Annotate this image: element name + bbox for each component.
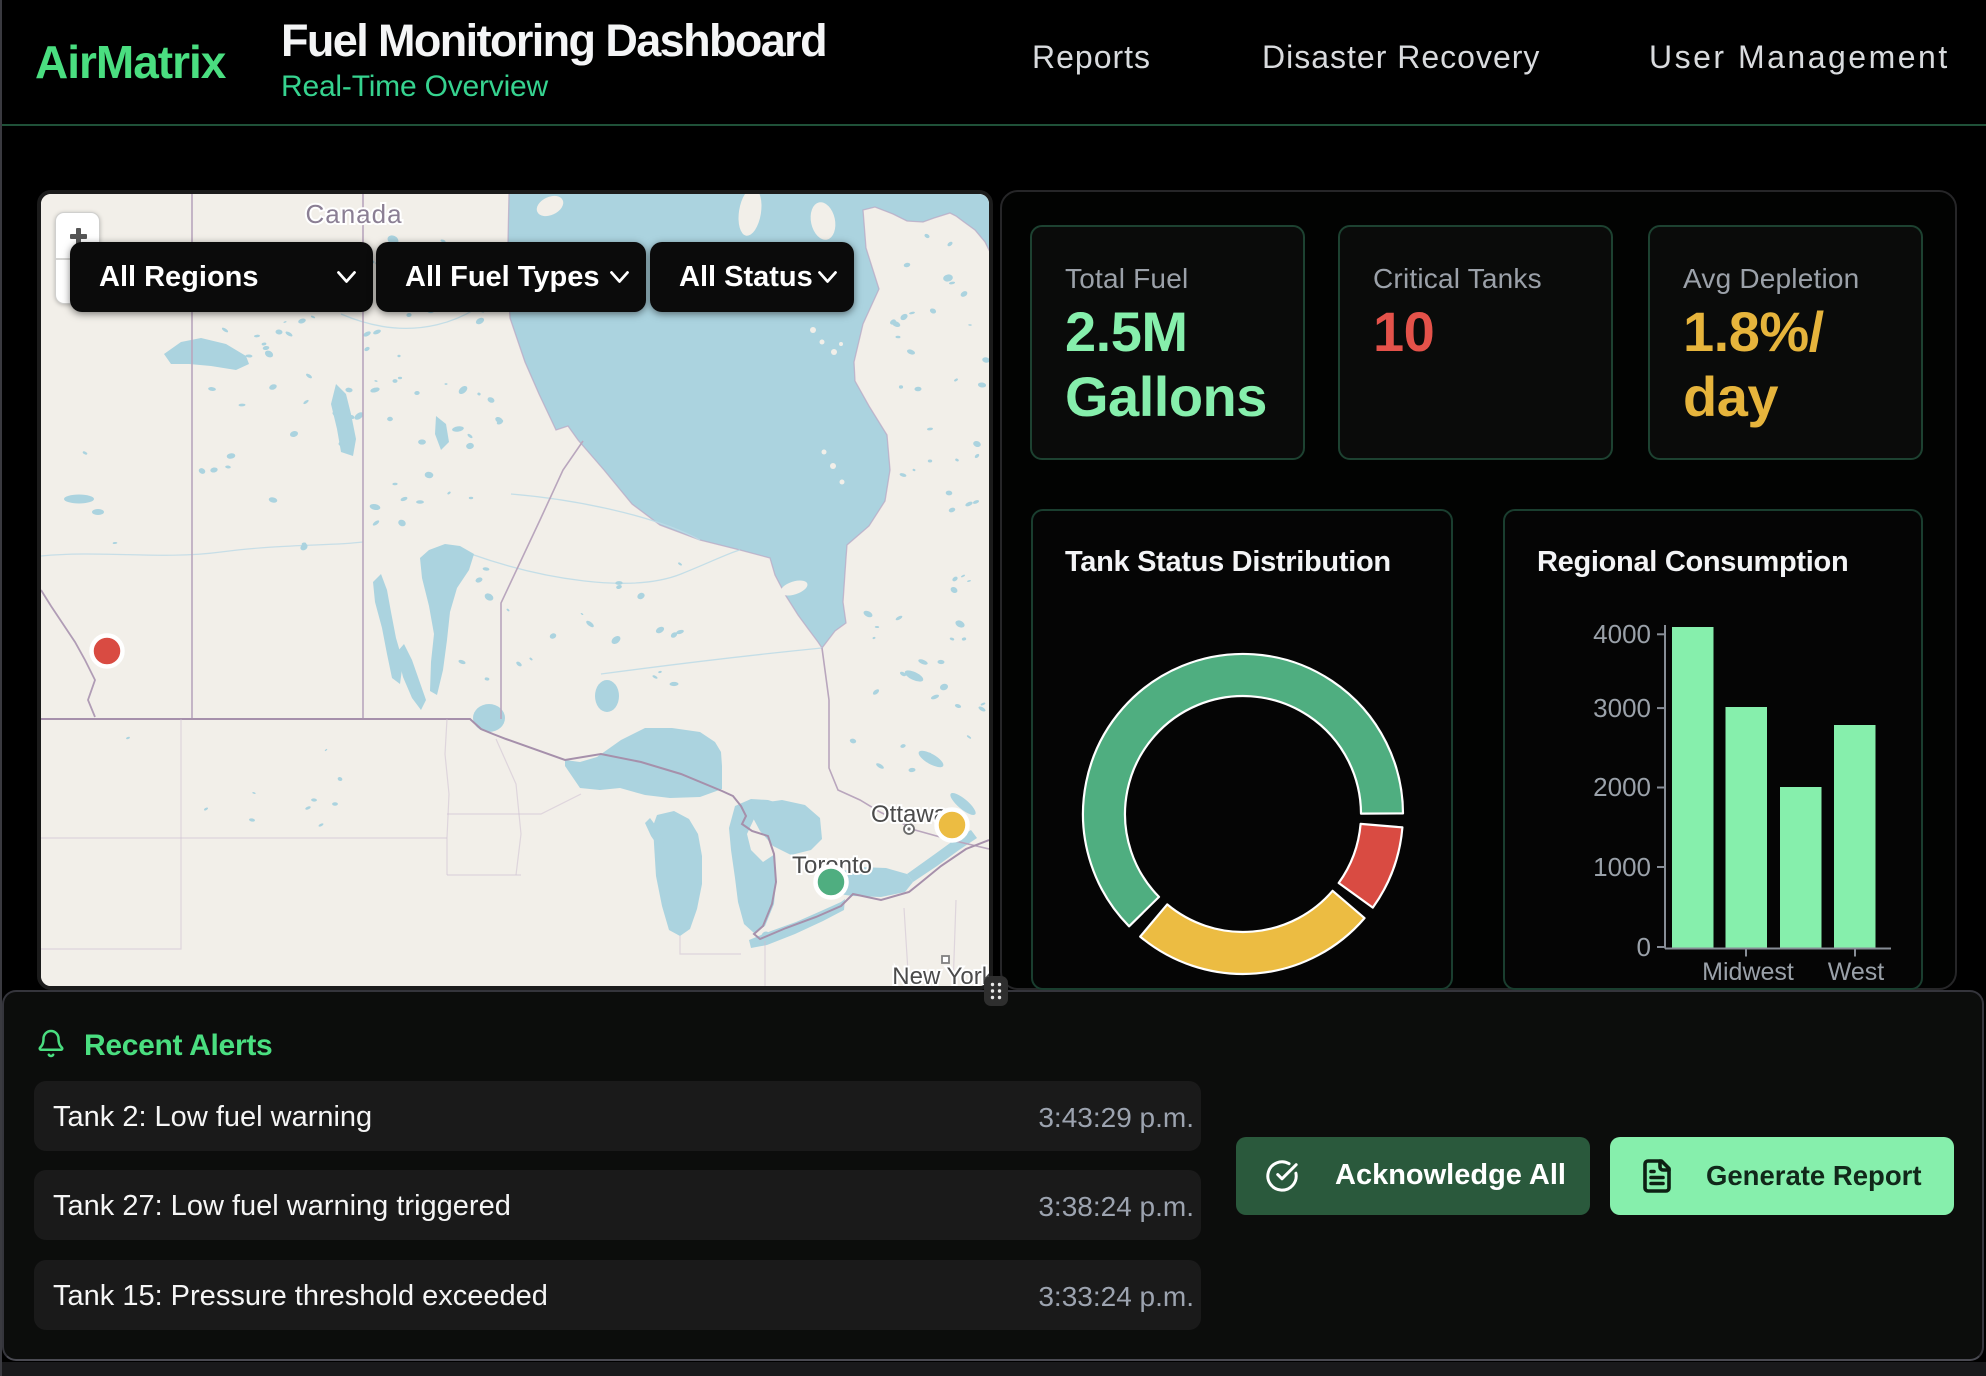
svg-text:Midwest: Midwest <box>1702 958 1794 986</box>
svg-text:New York: New York <box>892 963 989 988</box>
svg-text:Canada: Canada <box>305 199 402 229</box>
svg-text:1000: 1000 <box>1593 852 1651 882</box>
svg-text:0: 0 <box>1637 932 1651 962</box>
svg-text:4000: 4000 <box>1593 619 1651 649</box>
svg-text:3000: 3000 <box>1593 693 1651 723</box>
svg-text:2000: 2000 <box>1593 772 1651 802</box>
svg-text:West: West <box>1828 958 1885 986</box>
